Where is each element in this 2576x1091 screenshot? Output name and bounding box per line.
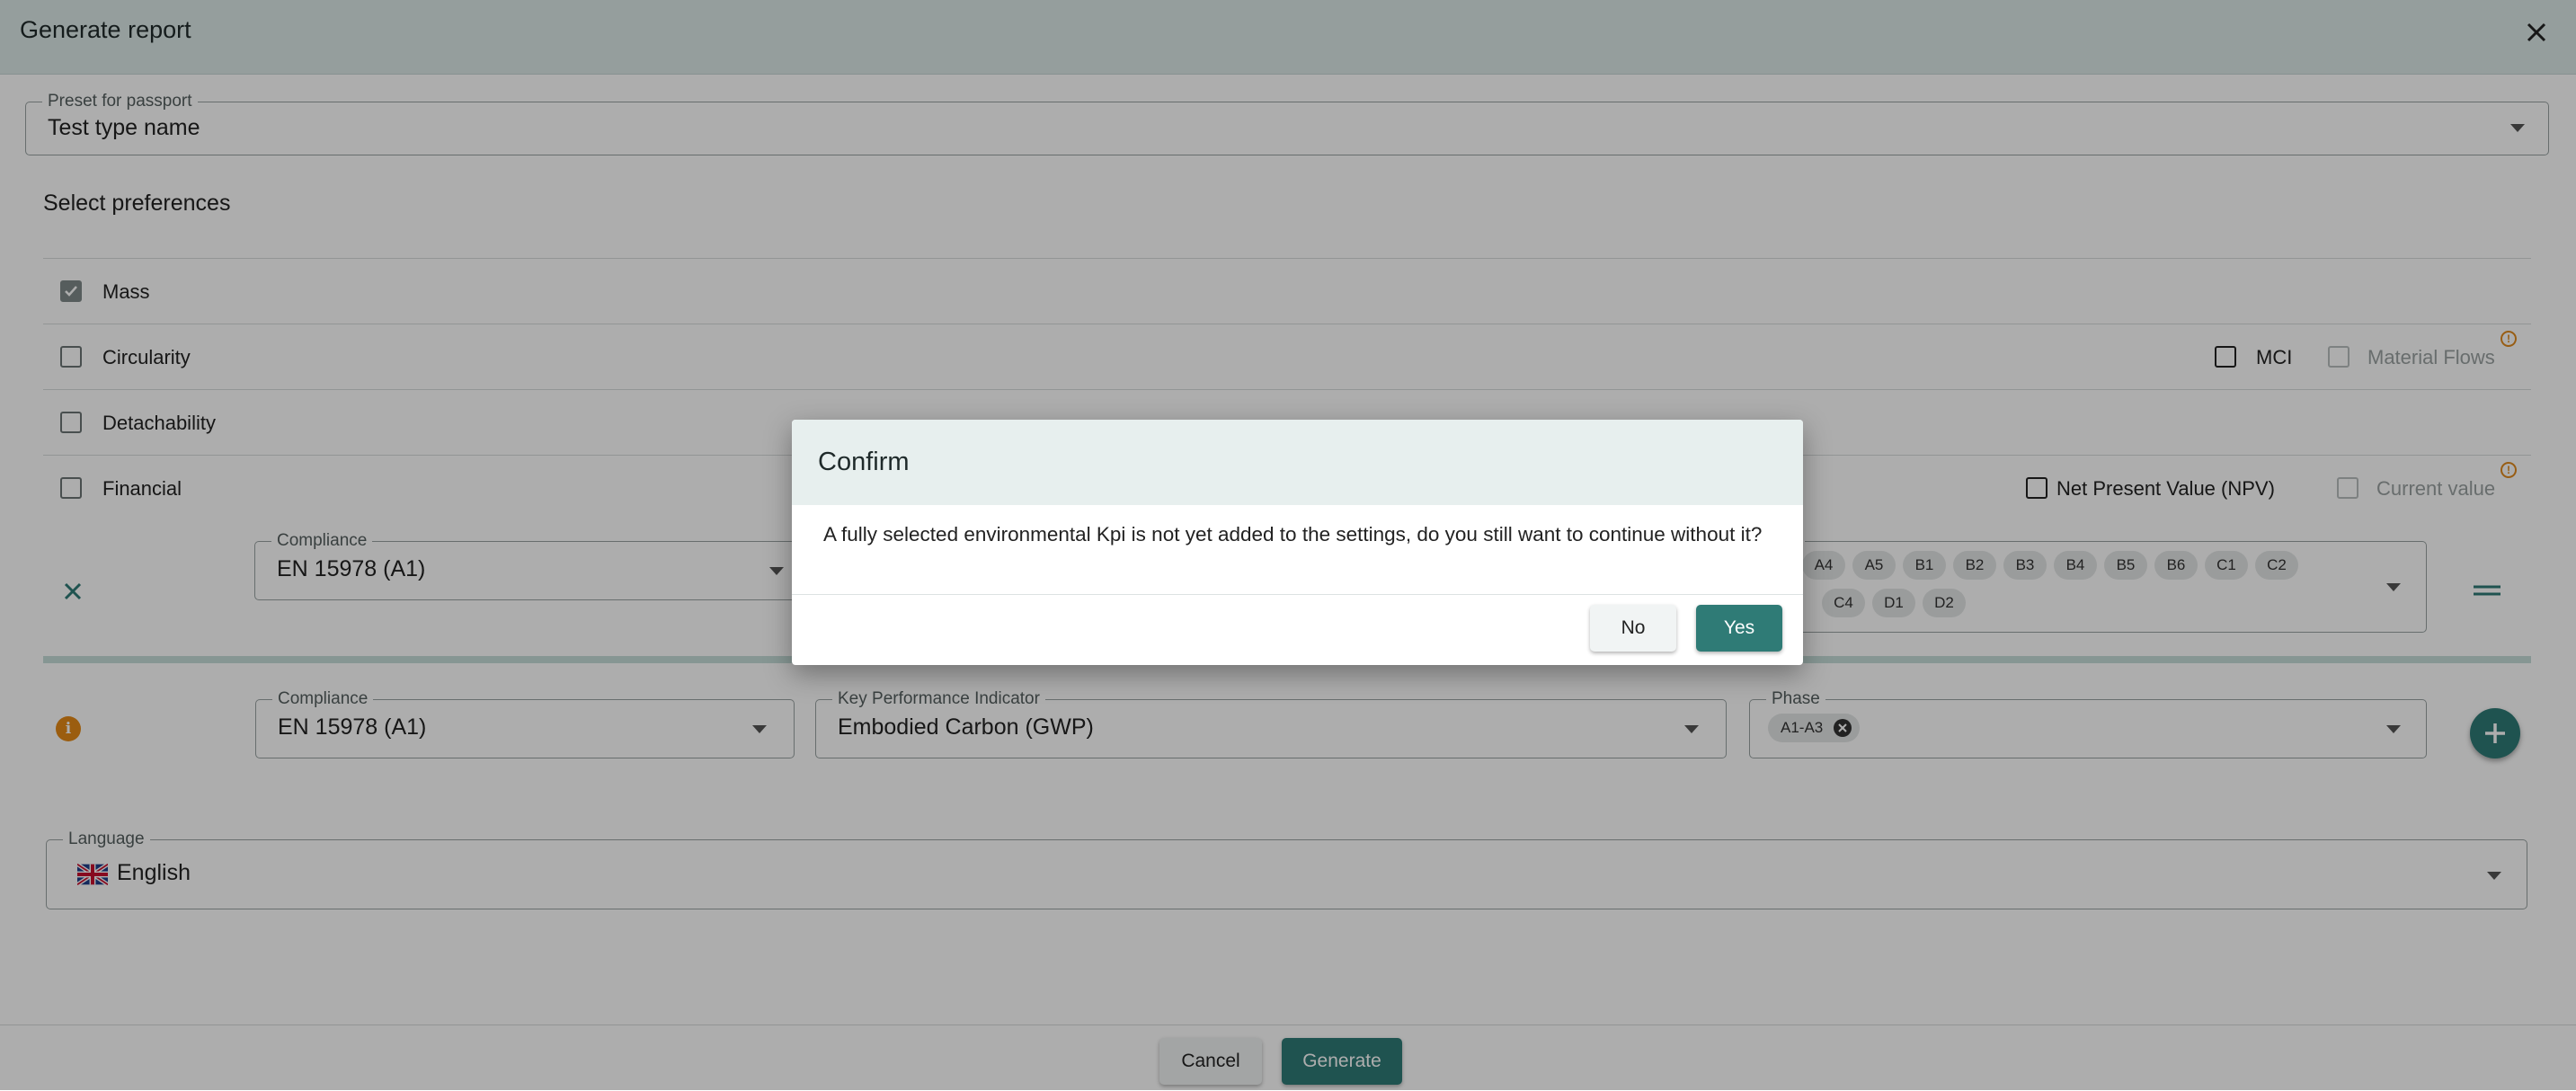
dialog-title: Confirm <box>818 448 910 476</box>
confirm-dialog: Confirm A fully selected environmental K… <box>792 420 1803 665</box>
yes-button[interactable]: Yes <box>1696 605 1782 652</box>
no-button[interactable]: No <box>1590 605 1676 652</box>
generate-report-page: Generate report Preset for passport Test… <box>0 0 2576 1091</box>
dialog-header: Confirm <box>792 420 1803 505</box>
dialog-message: A fully selected environmental Kpi is no… <box>823 523 1763 546</box>
dialog-divider <box>792 594 1803 595</box>
